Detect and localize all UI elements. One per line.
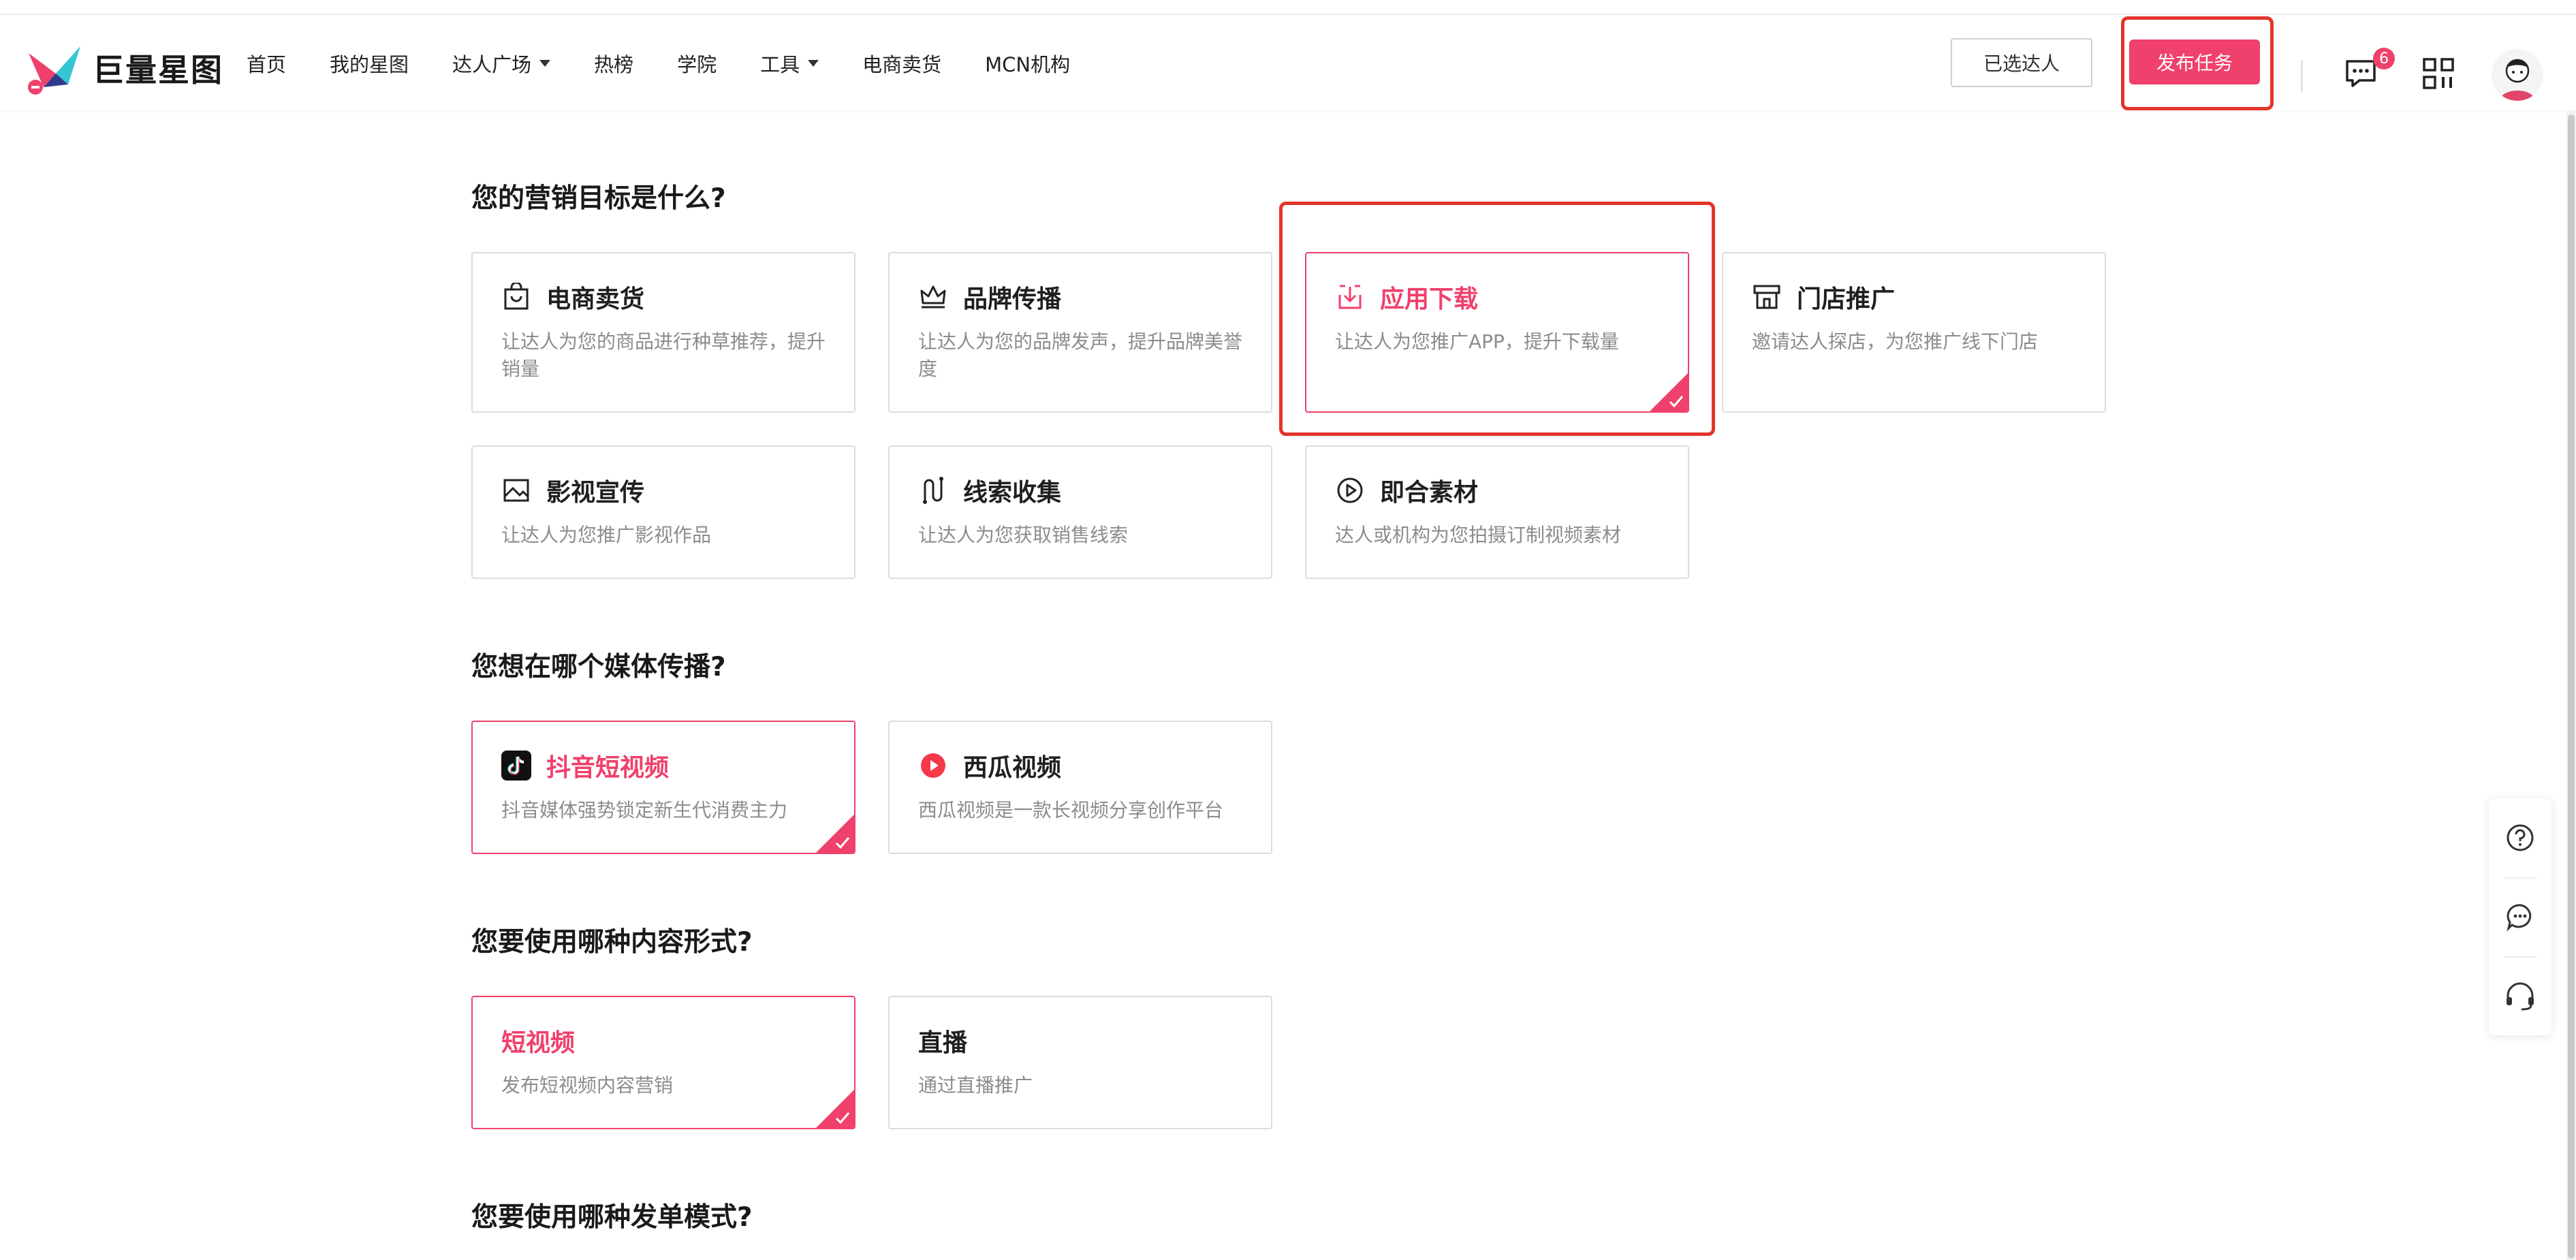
media-card-douyin[interactable]: 抖音短视频 抖音媒体强势锁定新生代消费主力 [471,721,855,854]
goal-card-ecommerce[interactable]: 电商卖货 让达人为您的商品进行种草推荐，提升销量 [471,252,855,413]
check-corner-icon [1650,373,1688,411]
media-section-title: 您想在哪个媒体传播? [471,652,726,682]
goal-card-leads[interactable]: 线索收集 让达人为您获取销售线索 [888,445,1272,579]
card-title: 线索收集 [963,479,1062,507]
chat-bubble-icon[interactable] [2489,877,2551,956]
card-title: 即合素材 [1380,479,1479,507]
card-title: 品牌传播 [963,285,1062,313]
card-title: 影视宣传 [546,479,645,507]
logo-text: 巨量星图 [93,52,223,89]
card-description: 达人或机构为您拍摄订制视频素材 [1335,524,1622,546]
card-title: 应用下载 [1380,285,1479,313]
card-title: 抖音短视频 [546,754,670,782]
main-nav: 首页 我的星图 达人广场 热榜 学院 工具 电商卖货 MCN机构 [247,49,1114,78]
check-corner-icon [816,1090,854,1128]
goal-card-film[interactable]: 影视宣传 让达人为您推广影视作品 [471,445,855,579]
card-description: 抖音媒体强势锁定新生代消费主力 [501,799,788,821]
goal-card-store[interactable]: 门店推广 邀请达人探店，为您推广线下门店 [1722,252,2106,413]
selected-creators-button[interactable]: 已选达人 [1951,38,2092,87]
floating-help-panel [2489,798,2551,1035]
browser-top-strip [0,0,2576,15]
nav-item-academy[interactable]: 学院 [677,49,717,78]
shopping-bag-icon [501,282,531,312]
card-title: 西瓜视频 [963,754,1062,782]
format-card-short-video[interactable]: 短视频 发布短视频内容营销 [471,996,855,1129]
nav-item-hot-list[interactable]: 热榜 [594,49,633,78]
card-description: 让达人为您推广APP，提升下载量 [1335,330,1619,353]
nav-item-ecommerce[interactable]: 电商卖货 [862,49,941,78]
route-icon [918,475,948,505]
chevron-down-icon [539,60,551,67]
check-corner-icon [816,815,854,853]
qr-code-icon[interactable] [2421,56,2456,91]
user-avatar[interactable] [2492,49,2543,101]
chevron-down-icon [808,60,819,67]
scrollbar-thumb[interactable] [2568,114,2575,1259]
goal-section-title: 您的营销目标是什么? [471,183,726,214]
publish-task-button[interactable]: 发布任务 [2129,40,2260,84]
card-description: 通过直播推广 [918,1074,1033,1097]
card-description: 让达人为您的品牌发声，提升品牌美誉度 [918,330,1243,380]
nav-item-mcn[interactable]: MCN机构 [985,49,1070,78]
card-description: 让达人为您的商品进行种草推荐，提升销量 [501,330,826,380]
card-title: 直播 [918,1029,968,1057]
logo-icon [28,46,80,95]
help-icon[interactable] [2489,798,2551,877]
card-title: 电商卖货 [546,285,645,313]
image-icon [501,475,531,505]
goal-card-brand[interactable]: 品牌传播 让达人为您的品牌发声，提升品牌美誉度 [888,252,1272,413]
nav-item-tools[interactable]: 工具 [760,49,819,78]
card-description: 让达人为您推广影视作品 [501,524,712,546]
download-icon [1335,282,1365,312]
play-circle-icon [1335,475,1365,505]
media-card-xigua[interactable]: 西瓜视频 西瓜视频是一款长视频分享创作平台 [888,721,1272,854]
store-icon [1752,282,1782,312]
crown-icon [918,282,948,312]
card-description: 西瓜视频是一款长视频分享创作平台 [918,799,1224,821]
goal-card-material[interactable]: 即合素材 达人或机构为您拍摄订制视频素材 [1305,445,1689,579]
nav-item-my-xingtu[interactable]: 我的星图 [330,49,409,78]
card-description: 邀请达人探店，为您推广线下门店 [1752,330,2039,353]
card-title: 门店推广 [1797,285,1896,313]
card-title: 短视频 [501,1029,576,1057]
header-divider [2301,60,2303,93]
nav-item-home[interactable]: 首页 [247,49,286,78]
nav-item-creator-plaza[interactable]: 达人广场 [452,49,551,78]
logo[interactable]: 巨量星图 [26,40,223,97]
xigua-icon [918,751,948,781]
format-card-live[interactable]: 直播 通过直播推广 [888,996,1272,1129]
card-description: 让达人为您获取销售线索 [918,524,1129,546]
top-navigation-bar: 巨量星图 首页 我的星图 达人广场 热榜 学院 工具 电商卖货 MCN机构 已选… [0,15,2576,110]
message-count-badge: 6 [2373,48,2395,69]
card-description: 发布短视频内容营销 [501,1074,674,1097]
headset-icon[interactable] [2489,956,2551,1035]
format-section-title: 您要使用哪种内容形式? [471,927,753,958]
mode-section-title: 您要使用哪种发单模式? [471,1202,753,1233]
goal-card-app-download[interactable]: 应用下载 让达人为您推广APP，提升下载量 [1305,252,1689,413]
douyin-icon [501,751,531,781]
